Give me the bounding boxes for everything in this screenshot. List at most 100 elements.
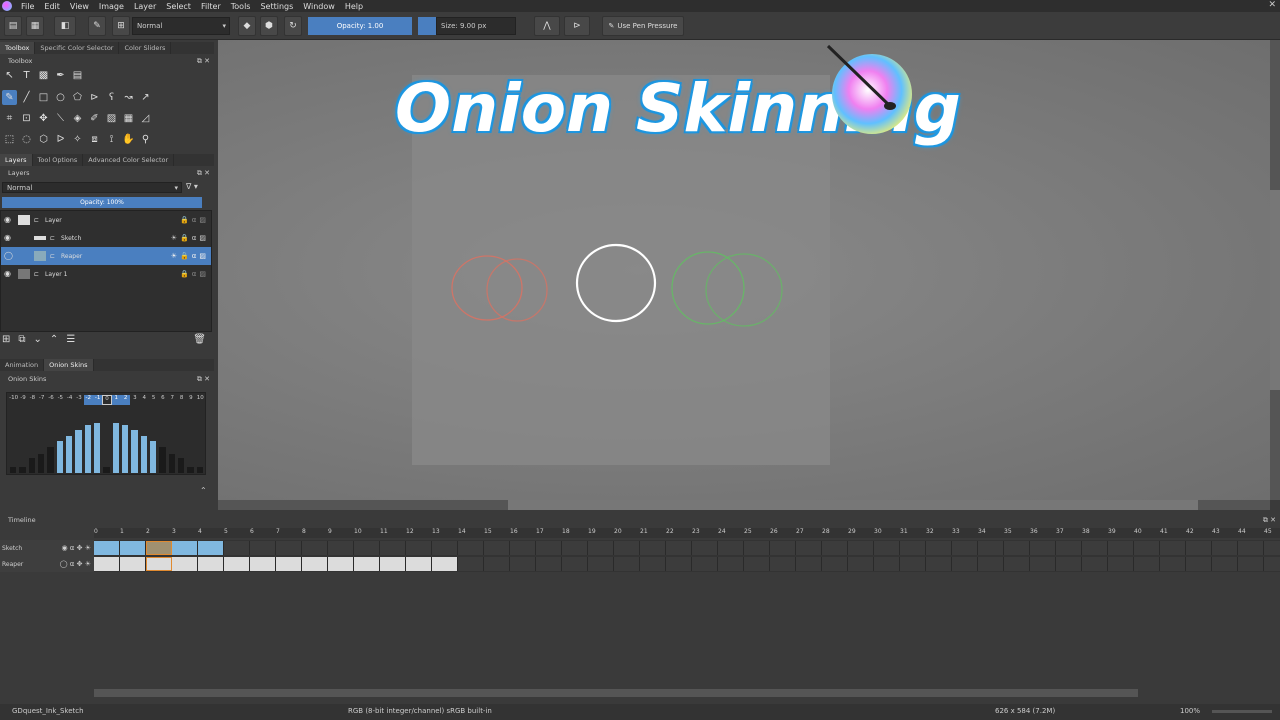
eye-icon[interactable]: ◉ xyxy=(4,269,14,279)
frame-number[interactable]: 41 xyxy=(1160,528,1168,535)
timeline-frame-cell[interactable] xyxy=(874,557,900,571)
measure-tool-icon[interactable]: ⟍ xyxy=(53,111,68,126)
timeline-frame-cell[interactable] xyxy=(380,541,406,555)
gradient-tool-icon[interactable]: ▨ xyxy=(104,111,119,126)
frame-number[interactable]: 0 xyxy=(94,528,98,535)
onion-frame-number[interactable]: -1 xyxy=(92,395,103,405)
dock-buttons[interactable]: ⧉ ✕ xyxy=(197,57,210,66)
frame-number[interactable]: 6 xyxy=(250,528,254,535)
frame-number[interactable]: 9 xyxy=(328,528,332,535)
menu-tools[interactable]: Tools xyxy=(226,2,256,11)
timeline-frame-cell[interactable] xyxy=(302,557,328,571)
line-tool-icon[interactable]: ╱ xyxy=(19,90,34,105)
timeline-frame-cell[interactable] xyxy=(1264,557,1280,571)
timeline-frame-cell[interactable] xyxy=(1238,541,1264,555)
onion-opacity-bar[interactable] xyxy=(178,458,185,473)
filter-icon[interactable]: ∇ ▾ xyxy=(186,182,198,191)
dynamic-brush-icon[interactable]: ↗ xyxy=(138,90,153,105)
layer-row[interactable]: ◉ ⊏ Layer 1 🔒α▨ xyxy=(1,265,211,283)
polygon-select-icon[interactable]: ⬡ xyxy=(36,132,51,147)
polygon-tool-icon[interactable]: ⬠ xyxy=(70,90,85,105)
horizontal-scrollbar[interactable] xyxy=(218,500,1270,510)
timeline-frame-cell[interactable] xyxy=(874,541,900,555)
contiguous-select-icon[interactable]: ✧ xyxy=(70,132,85,147)
timeline-frame-cell[interactable] xyxy=(1004,541,1030,555)
select-shapes-icon[interactable]: ↖ xyxy=(2,68,17,83)
timeline-frame-cell[interactable] xyxy=(588,557,614,571)
onion-frame-number[interactable]: 4 xyxy=(140,395,149,405)
layer-flags[interactable]: 🔒α▨ xyxy=(180,270,209,278)
collapse-icon[interactable]: ⌃ xyxy=(200,486,207,495)
zoom-level[interactable]: 100% xyxy=(1180,707,1200,715)
timeline-frame-cell[interactable] xyxy=(1030,541,1056,555)
dock-buttons[interactable]: ⧉ ✕ xyxy=(197,375,210,384)
onion-frame-number[interactable]: -5 xyxy=(56,395,65,405)
menu-edit[interactable]: Edit xyxy=(39,2,65,11)
timeline-frame-cell[interactable] xyxy=(1264,541,1280,555)
frame-number[interactable]: 37 xyxy=(1056,528,1064,535)
timeline-frame-cell[interactable] xyxy=(302,541,328,555)
frame-number[interactable]: 33 xyxy=(952,528,960,535)
layer-properties-icon[interactable]: ☰ xyxy=(66,334,75,350)
timeline-frame-cell[interactable] xyxy=(354,557,380,571)
frame-number[interactable]: 3 xyxy=(172,528,176,535)
vertical-scrollbar[interactable] xyxy=(1270,40,1280,500)
frame-number[interactable]: 31 xyxy=(900,528,908,535)
track-flags[interactable]: ◯ α ✥ ☀ xyxy=(60,560,91,568)
onion-opacity-bar[interactable] xyxy=(38,454,45,473)
pattern-icon[interactable]: ▦ xyxy=(26,16,44,36)
timeline-frame-cell[interactable] xyxy=(666,541,692,555)
timeline-frame-cell[interactable] xyxy=(796,557,822,571)
timeline-frame-cell[interactable] xyxy=(666,557,692,571)
frame-number[interactable]: 14 xyxy=(458,528,466,535)
dock-buttons[interactable]: ⧉ ✕ xyxy=(197,169,210,178)
bezier-tool-icon[interactable]: ʕ xyxy=(104,90,119,105)
alpha-lock-icon[interactable]: ⬢ xyxy=(260,16,278,36)
onion-opacity-bar[interactable] xyxy=(103,467,110,473)
timeline-frame-cell[interactable] xyxy=(1056,557,1082,571)
move-down-icon[interactable]: ⌄ xyxy=(34,334,42,350)
frame-number[interactable]: 23 xyxy=(692,528,700,535)
frame-number[interactable]: 25 xyxy=(744,528,752,535)
onion-opacity-bar[interactable] xyxy=(56,441,63,473)
onion-frame-number[interactable]: -6 xyxy=(46,395,55,405)
eraser-icon[interactable]: ◆ xyxy=(238,16,256,36)
delete-layer-icon[interactable]: 🗑 xyxy=(193,334,206,350)
timeline-frame-cell[interactable] xyxy=(510,541,536,555)
tab-toolbox[interactable]: Toolbox xyxy=(0,42,36,54)
brush-preset-icon[interactable]: ✎ xyxy=(88,16,106,36)
timeline-frame-cell[interactable] xyxy=(900,541,926,555)
timeline-frame-cell[interactable] xyxy=(354,541,380,555)
timeline-frame-cell[interactable] xyxy=(822,557,848,571)
onion-opacity-bar[interactable] xyxy=(75,430,82,473)
size-slider[interactable]: Size: 9.00 px xyxy=(436,17,516,35)
frame-number[interactable]: 7 xyxy=(276,528,280,535)
timeline-frame-cell[interactable] xyxy=(1186,557,1212,571)
onion-opacity-bar[interactable] xyxy=(159,447,166,473)
timeline-frame-cell[interactable] xyxy=(484,541,510,555)
timeline-frame-cell[interactable] xyxy=(1082,557,1108,571)
timeline-frame-cell[interactable] xyxy=(978,541,1004,555)
rect-select-icon[interactable]: ⬚ xyxy=(2,132,17,147)
timeline-frame-cell[interactable] xyxy=(198,541,224,555)
onion-opacity-bar[interactable] xyxy=(140,436,147,473)
timeline-frame-cell[interactable] xyxy=(172,557,198,571)
frame-number[interactable]: 26 xyxy=(770,528,778,535)
menu-image[interactable]: Image xyxy=(94,2,129,11)
zoom-slider[interactable] xyxy=(1212,710,1272,713)
timeline-frame-cell[interactable] xyxy=(588,541,614,555)
move-up-icon[interactable]: ⌃ xyxy=(50,334,58,350)
timeline-frame-cell[interactable] xyxy=(276,541,302,555)
frame-number[interactable]: 28 xyxy=(822,528,830,535)
timeline-frame-cell[interactable] xyxy=(1160,541,1186,555)
blend-mode-select[interactable]: Normal ▾ xyxy=(132,17,230,35)
gradient-icon[interactable]: ▤ xyxy=(4,16,22,36)
timeline-frame-cell[interactable] xyxy=(718,557,744,571)
timeline-frame-cell[interactable] xyxy=(640,541,666,555)
track-flags[interactable]: ◉ α ✥ ☀ xyxy=(61,544,91,552)
onion-frame-number[interactable]: 6 xyxy=(158,395,167,405)
frame-number[interactable]: 18 xyxy=(562,528,570,535)
onion-frame-number[interactable]: 1 xyxy=(111,395,121,405)
timeline-frame-cell[interactable] xyxy=(1238,557,1264,571)
timeline-frame-cell[interactable] xyxy=(1160,557,1186,571)
